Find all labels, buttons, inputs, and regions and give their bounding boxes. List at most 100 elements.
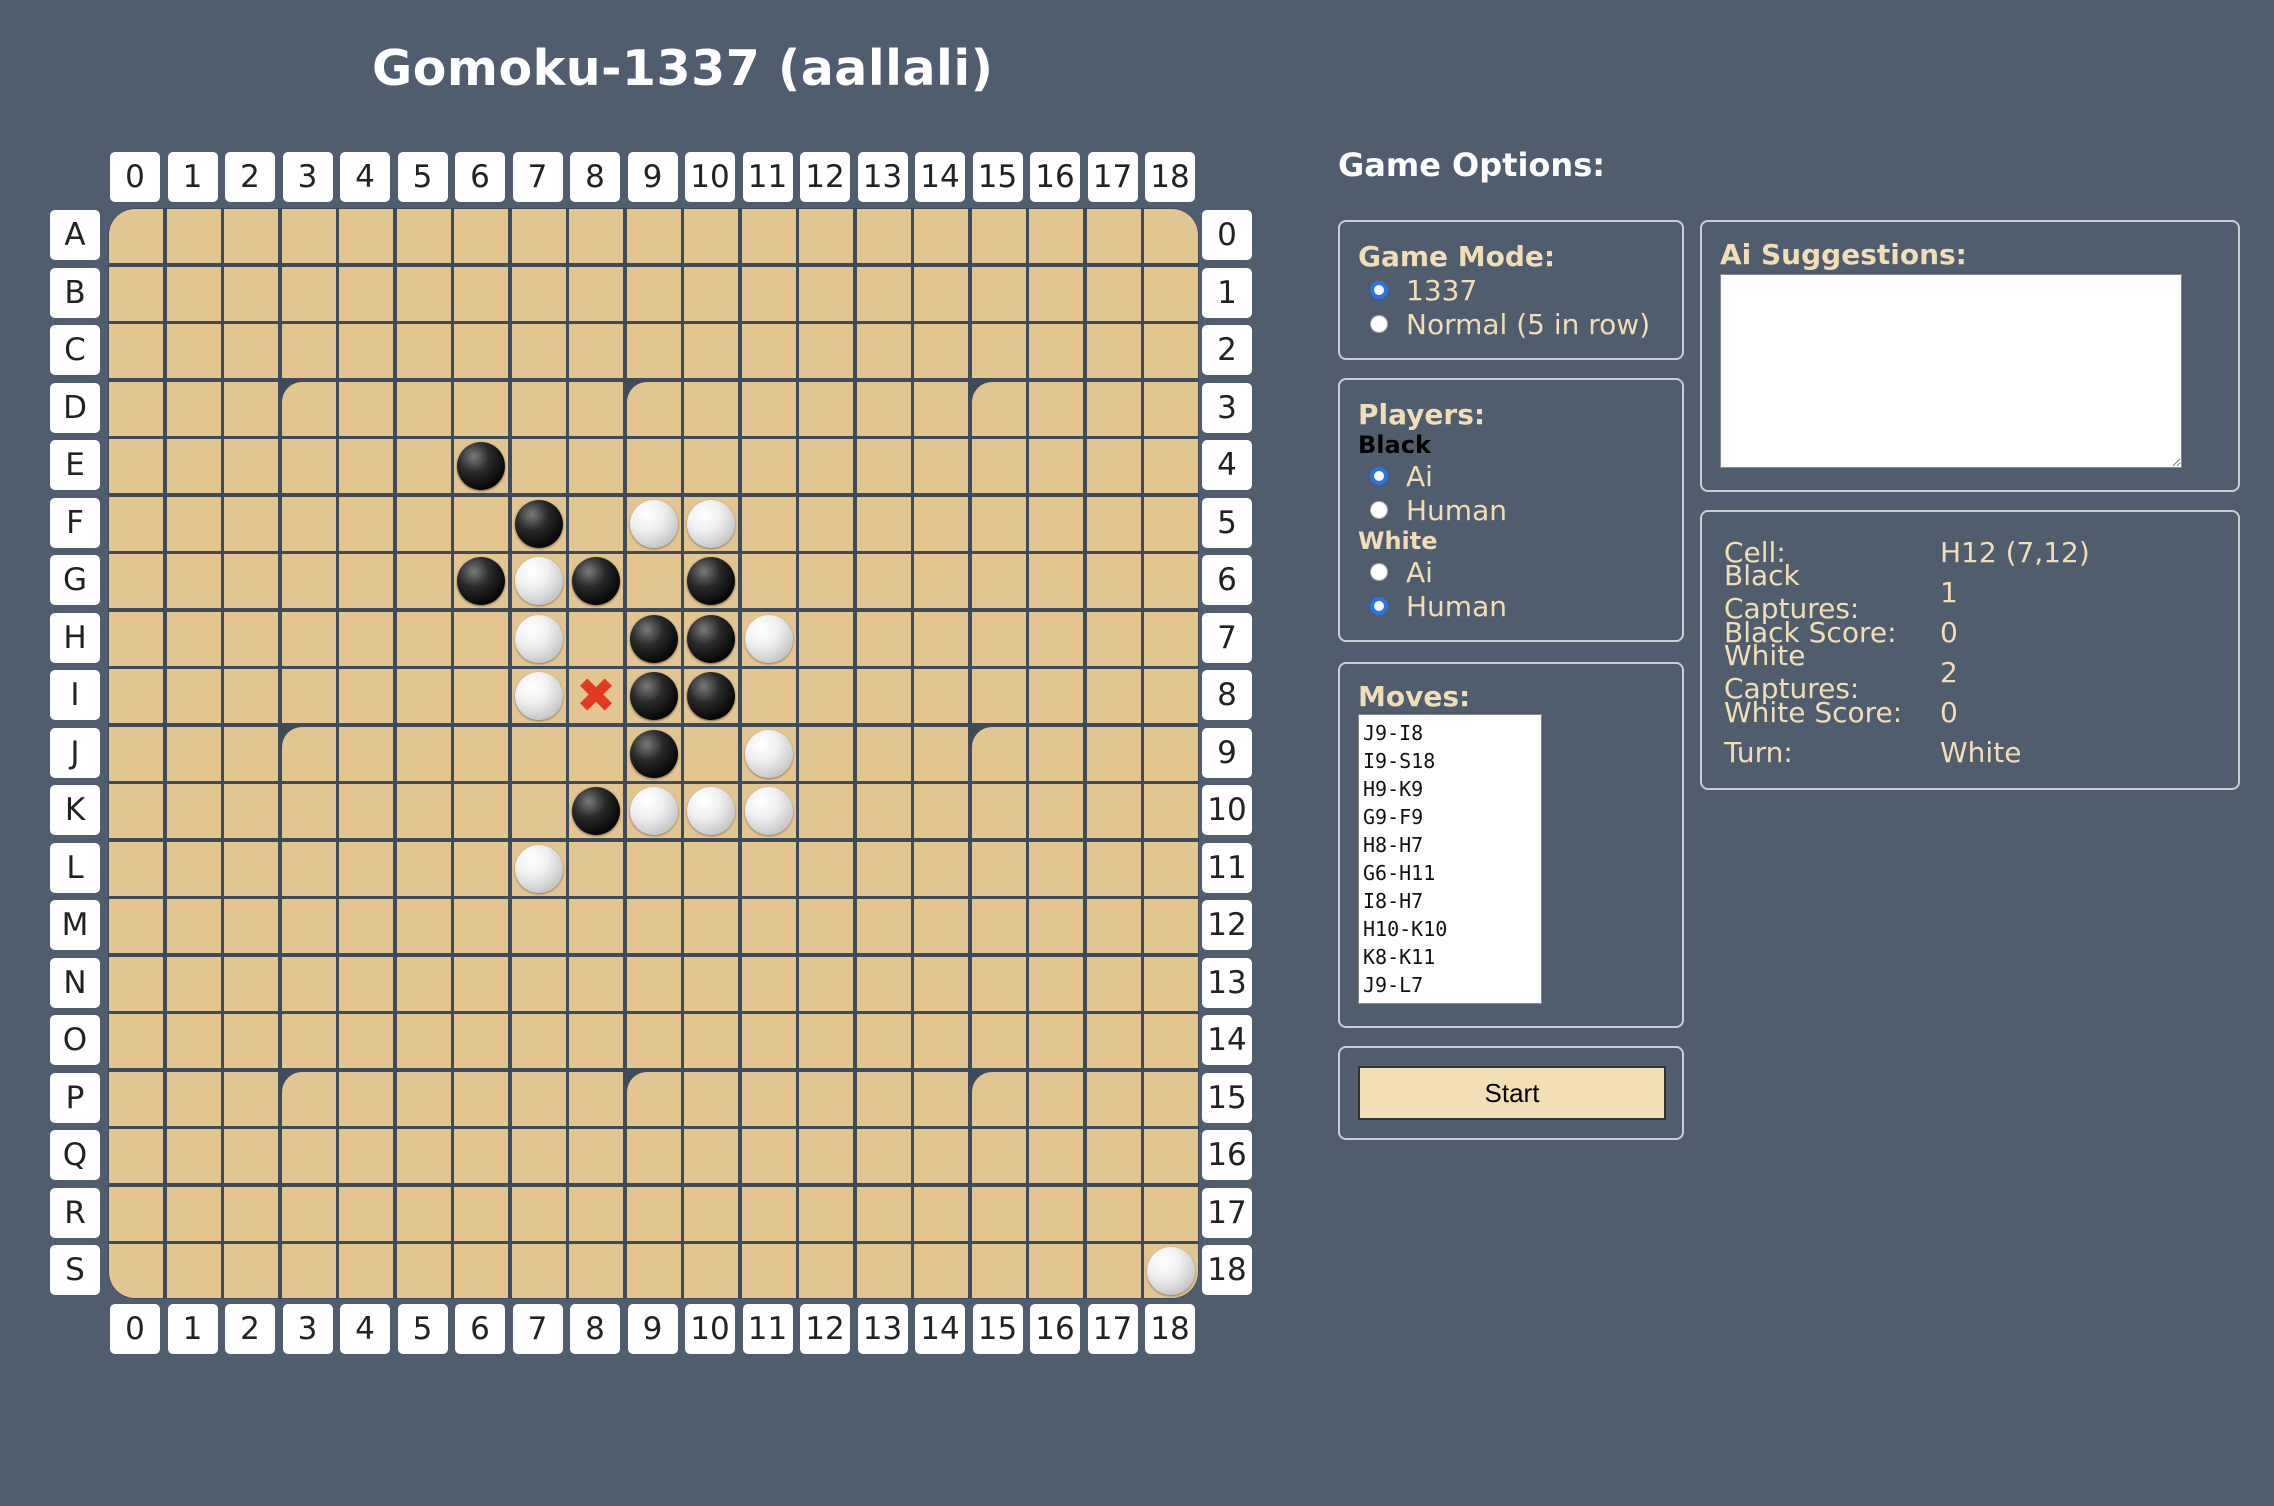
board-cell[interactable]: [1086, 1129, 1141, 1183]
board-cell[interactable]: [281, 381, 336, 436]
board-cell[interactable]: [1086, 439, 1141, 493]
board-cell[interactable]: [339, 1186, 393, 1241]
board-cell[interactable]: [1086, 1186, 1141, 1241]
board-cell[interactable]: [339, 554, 393, 608]
board-cell[interactable]: [971, 381, 1026, 436]
board-cell[interactable]: [224, 1244, 278, 1298]
board-cell[interactable]: [281, 439, 336, 493]
board-cell[interactable]: [1086, 841, 1141, 896]
board-cell[interactable]: [396, 324, 451, 378]
board-cell[interactable]: [971, 1071, 1026, 1126]
board-cell[interactable]: [166, 899, 221, 953]
board-cell[interactable]: [109, 209, 163, 263]
board-cell[interactable]: [1144, 554, 1198, 608]
board-cell[interactable]: [856, 1129, 911, 1183]
board-cell[interactable]: [971, 496, 1026, 551]
board-cell[interactable]: [856, 1014, 911, 1068]
board-cell[interactable]: [914, 899, 968, 953]
board-cell[interactable]: [339, 899, 393, 953]
board-cell[interactable]: [799, 956, 853, 1011]
board-cell[interactable]: [224, 496, 278, 551]
board-cell[interactable]: [1029, 266, 1083, 321]
board-cell[interactable]: [684, 899, 738, 953]
board-cell[interactable]: [799, 669, 853, 723]
board-cell[interactable]: [396, 1071, 451, 1126]
board-cell[interactable]: [741, 496, 796, 551]
board-cell[interactable]: [166, 1071, 221, 1126]
board-cell[interactable]: [281, 209, 336, 263]
board-cell[interactable]: [1029, 554, 1083, 608]
board-cell[interactable]: [454, 1244, 508, 1298]
board-cell[interactable]: [799, 1129, 853, 1183]
board-cell[interactable]: [339, 381, 393, 436]
board-cell[interactable]: [1029, 669, 1083, 723]
radio-button[interactable]: [1370, 467, 1388, 485]
board-cell[interactable]: [971, 266, 1026, 321]
board-cell[interactable]: [224, 1071, 278, 1126]
board-cell[interactable]: [396, 209, 451, 263]
board-cell[interactable]: [626, 1071, 681, 1126]
board-cell[interactable]: [281, 554, 336, 608]
board-cell[interactable]: [109, 669, 163, 723]
board-cell[interactable]: [914, 726, 968, 781]
board-cell[interactable]: [224, 1186, 278, 1241]
start-button[interactable]: Start: [1358, 1066, 1666, 1120]
board-cell[interactable]: [626, 1244, 681, 1298]
board-cell[interactable]: [1144, 1014, 1198, 1068]
board-cell[interactable]: [454, 956, 508, 1011]
board-cell[interactable]: [396, 669, 451, 723]
board-cell[interactable]: [166, 1014, 221, 1068]
board-cell[interactable]: [799, 266, 853, 321]
board-cell[interactable]: [1029, 726, 1083, 781]
board-cell[interactable]: [339, 611, 393, 666]
board-cell[interactable]: [109, 611, 163, 666]
board-cell[interactable]: [569, 956, 623, 1011]
board-cell[interactable]: [971, 554, 1026, 608]
board-cell[interactable]: [914, 496, 968, 551]
board-cell[interactable]: [109, 726, 163, 781]
board-cell[interactable]: [1086, 496, 1141, 551]
board-cell[interactable]: [511, 726, 566, 781]
board-cell[interactable]: [511, 324, 566, 378]
board-cell[interactable]: [224, 784, 278, 838]
board-cell[interactable]: [166, 381, 221, 436]
board-cell[interactable]: [281, 324, 336, 378]
board-cell[interactable]: [224, 726, 278, 781]
board-cell[interactable]: [224, 956, 278, 1011]
board-cell[interactable]: [741, 1244, 796, 1298]
board-cell[interactable]: [396, 784, 451, 838]
board-cell[interactable]: [396, 841, 451, 896]
board-cell[interactable]: [569, 439, 623, 493]
board-cell[interactable]: [1144, 669, 1198, 723]
board-cell[interactable]: [281, 899, 336, 953]
board-cell[interactable]: [799, 439, 853, 493]
board-cell[interactable]: [856, 496, 911, 551]
board-cell[interactable]: [626, 1186, 681, 1241]
board-cell[interactable]: [1086, 956, 1141, 1011]
board-cell[interactable]: [454, 1071, 508, 1126]
board-cell[interactable]: [971, 784, 1026, 838]
board-cell[interactable]: [109, 324, 163, 378]
board-cell[interactable]: [914, 611, 968, 666]
board-cell[interactable]: [1086, 899, 1141, 953]
board-cell[interactable]: [684, 1129, 738, 1183]
board-cell[interactable]: [166, 669, 221, 723]
board-cell[interactable]: [511, 381, 566, 436]
board-cell[interactable]: [454, 266, 508, 321]
board-cell[interactable]: [166, 726, 221, 781]
board-cell[interactable]: [799, 209, 853, 263]
board-cell[interactable]: [684, 381, 738, 436]
board-cell[interactable]: [339, 209, 393, 263]
board-cell[interactable]: [166, 611, 221, 666]
board-cell[interactable]: [339, 496, 393, 551]
board-cell[interactable]: [569, 1071, 623, 1126]
board-cell[interactable]: [224, 554, 278, 608]
board-cell[interactable]: [741, 899, 796, 953]
board-cell[interactable]: [971, 669, 1026, 723]
board-cell[interactable]: [799, 496, 853, 551]
board-cell[interactable]: [281, 1071, 336, 1126]
board-cell[interactable]: [1086, 1071, 1141, 1126]
board-cell[interactable]: [1144, 439, 1198, 493]
board-cell[interactable]: [799, 1014, 853, 1068]
board-cell[interactable]: [109, 554, 163, 608]
